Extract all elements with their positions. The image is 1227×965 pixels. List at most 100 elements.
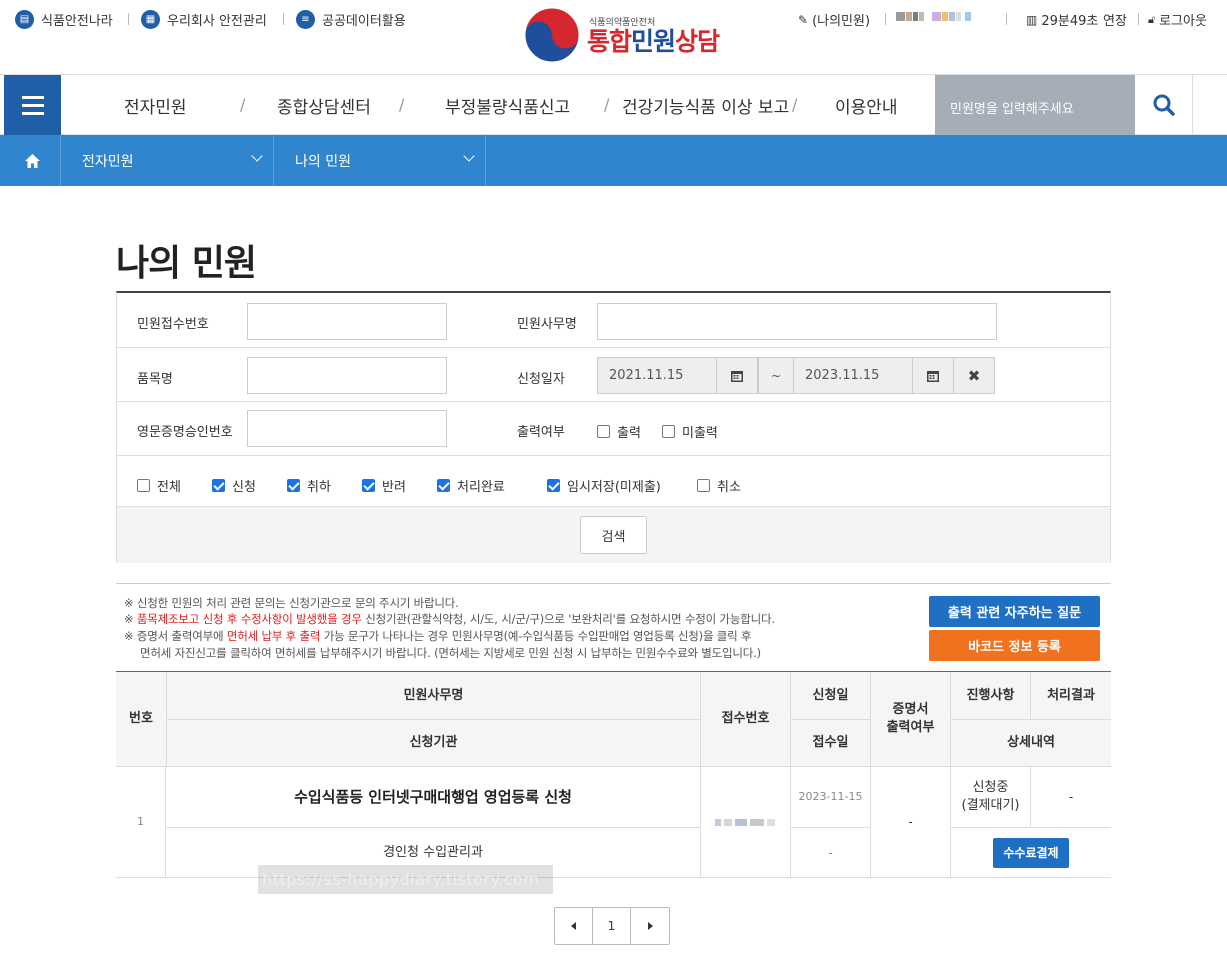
status-cancel-checkbox[interactable]: 취소 xyxy=(697,476,741,495)
gnb-item-health-food-report[interactable]: 건강기능식품 이상 보고 xyxy=(622,93,789,118)
calendar-icon[interactable] xyxy=(716,357,758,394)
extend-label: 연장 xyxy=(1103,14,1127,29)
pagination: 1 xyxy=(554,907,670,945)
status-label: 반려 xyxy=(382,480,406,495)
gnb-search-input[interactable]: 민원명을 입력해주세요 xyxy=(935,75,1135,135)
public-data-link[interactable]: ≡ 공공데이터활용 xyxy=(296,10,406,29)
chevron-down-icon xyxy=(463,150,475,162)
status-apply-checkbox[interactable]: 신청 xyxy=(212,476,256,495)
session-extend-button[interactable]: 연장 xyxy=(1103,10,1127,29)
status-withdraw-checkbox[interactable]: 취하 xyxy=(287,476,331,495)
date-to-input[interactable]: 2023.11.15 xyxy=(793,357,913,394)
clear-date-close-icon[interactable]: ✖ xyxy=(953,357,995,394)
status-label: 임시저장(미제출) xyxy=(567,480,661,495)
breadcrumb-my-complaint[interactable]: 나의 민원 xyxy=(274,135,486,186)
row-result: - xyxy=(1031,767,1111,828)
next-page-icon[interactable] xyxy=(631,908,669,944)
page-number-current[interactable]: 1 xyxy=(593,908,631,944)
row-receipt-no-blurred xyxy=(701,767,791,878)
notice-line-3: ※ 증명서 출력여부에 면허세 납부 후 출력 가능 문구가 나타나는 경우 민… xyxy=(124,629,752,643)
col-header-detail: 상세내역 xyxy=(951,720,1111,767)
gnb-item-e-complaint[interactable]: 전자민원 xyxy=(124,93,187,118)
gnb-divider: / xyxy=(399,95,405,114)
status-label: 전체 xyxy=(157,480,181,495)
global-nav: 전자민원 / 종합상담센터 / 부정불량식품신고 / 건강기능식품 이상 보고 … xyxy=(0,74,1227,135)
print-label: 출력여부 xyxy=(517,425,565,440)
row-no: 1 xyxy=(116,767,166,878)
cert-no-input[interactable] xyxy=(247,410,447,447)
search-icon[interactable] xyxy=(1135,75,1193,135)
food-safety-korea-link[interactable]: ▤ 식품안전나라 xyxy=(15,10,113,29)
public-data-label: 공공데이터활용 xyxy=(322,14,406,29)
calendar-icon[interactable] xyxy=(912,357,954,394)
receipt-no-input[interactable] xyxy=(247,303,447,340)
notice-area: ※ 신청한 민원의 처리 관련 문의는 신청기관으로 문의 주시기 바랍니다. … xyxy=(116,583,1111,660)
date-from-input[interactable]: 2021.11.15 xyxy=(597,357,717,394)
item-name-input[interactable] xyxy=(247,357,447,394)
watermark: https://ss-happydiary.tistory.com xyxy=(258,865,553,894)
chevron-down-icon xyxy=(251,150,263,162)
edit-icon: ✎ xyxy=(798,12,809,27)
notice-line-1: ※ 신청한 민원의 처리 관련 문의는 신청기관으로 문의 주시기 바랍니다. xyxy=(124,596,459,610)
print-option-label: 출력 xyxy=(617,426,641,441)
status-label: 신청 xyxy=(232,480,256,495)
row-receive-date: - xyxy=(791,828,871,878)
company-safety-link[interactable]: ▦ 우리회사 안전관리 xyxy=(141,10,267,29)
building-icon: ▥ xyxy=(1026,12,1038,27)
search-form: 민원접수번호 민원사무명 품목명 신청일자 2021.11.15 ~ 2023.… xyxy=(116,291,1111,563)
user-name-blurred xyxy=(896,12,972,21)
col-header-result: 처리결과 xyxy=(1031,672,1111,720)
col-header-receipt-no: 접수번호 xyxy=(701,672,791,767)
breadcrumb-label: 나의 민원 xyxy=(295,154,351,170)
gnb-item-consult-center[interactable]: 종합상담센터 xyxy=(277,93,371,118)
prev-page-icon[interactable] xyxy=(555,908,593,944)
status-label: 취소 xyxy=(717,480,741,495)
my-complaint-link[interactable]: ✎ (나의민원) xyxy=(798,10,871,30)
fee-payment-button[interactable]: 수수료결제 xyxy=(993,837,1069,868)
document-icon: ▤ xyxy=(15,10,34,29)
gnb-divider: / xyxy=(604,95,610,114)
location-bar: 전자민원 나의 민원 xyxy=(0,135,1227,186)
row-apply-date: 2023-11-15 xyxy=(791,767,871,828)
print-checkbox[interactable]: 출력 xyxy=(597,422,641,441)
gnb-item-usage-guide[interactable]: 이용안내 xyxy=(835,93,898,118)
col-header-apply-date: 신청일 xyxy=(791,672,871,720)
col-header-no: 번호 xyxy=(116,672,166,767)
food-safety-korea-label: 식품안전나라 xyxy=(41,14,113,29)
session-timer: ▥ 29분49초 xyxy=(1026,10,1098,30)
col-header-progress: 진행사항 xyxy=(951,672,1031,720)
row-cert-print: - xyxy=(871,767,951,878)
no-print-checkbox[interactable]: 미출력 xyxy=(662,422,718,441)
gnb-divider: / xyxy=(240,95,246,114)
status-label: 처리완료 xyxy=(457,480,505,495)
my-complaint-label: (나의민원) xyxy=(812,14,871,29)
logo-emblem-icon xyxy=(523,6,581,64)
notice-line-2: ※ 품목제조보고 신청 후 수정사항이 발생했을 경우 신청기관(관할식약청, … xyxy=(124,612,775,626)
home-icon[interactable] xyxy=(4,135,61,186)
status-complete-checkbox[interactable]: 처리완료 xyxy=(437,476,505,495)
cert-no-label: 영문증명승인번호 xyxy=(137,425,233,440)
company-safety-label: 우리회사 안전관리 xyxy=(167,14,267,29)
gnb-item-bad-food-report[interactable]: 부정불량식품신고 xyxy=(445,93,570,118)
affair-name-label: 민원사무명 xyxy=(517,317,577,332)
list-icon: ≡ xyxy=(296,10,315,29)
breadcrumb-e-complaint[interactable]: 전자민원 xyxy=(61,135,274,186)
logo-title: 통합민원상담 xyxy=(587,26,720,56)
row-detail-cell: 수수료결제 xyxy=(951,828,1111,878)
site-logo[interactable]: 식품의약품안전처 통합민원상담 xyxy=(523,6,720,64)
complaint-table: 번호 민원사무명 신청기관 접수번호 신청일 접수일 증명서 출력여부 진행사항… xyxy=(116,671,1111,878)
row-affair-name-link[interactable]: 수입식품등 인터넷구매대행업 영업등록 신청 xyxy=(166,767,701,828)
utility-bar: ▤ 식품안전나라 ▦ 우리회사 안전관리 ≡ 공공데이터활용 식품의약품안전처 … xyxy=(0,0,1227,75)
barcode-register-button[interactable]: 바코드 정보 등록 xyxy=(929,630,1100,661)
col-header-receive-date: 접수일 xyxy=(791,720,871,767)
hamburger-menu-icon[interactable] xyxy=(4,75,61,135)
status-all-checkbox[interactable]: 전체 xyxy=(137,476,181,495)
status-draft-checkbox[interactable]: 임시저장(미제출) xyxy=(547,476,661,495)
lock-icon: 🔓︎ xyxy=(1148,12,1156,26)
status-reject-checkbox[interactable]: 반려 xyxy=(362,476,406,495)
search-button[interactable]: 검색 xyxy=(580,516,647,554)
print-faq-button[interactable]: 출력 관련 자주하는 질문 xyxy=(929,596,1100,627)
affair-name-input[interactable] xyxy=(597,303,997,340)
apply-date-label: 신청일자 xyxy=(517,372,565,387)
logout-button[interactable]: 🔓︎ 로그아웃 xyxy=(1148,10,1207,30)
